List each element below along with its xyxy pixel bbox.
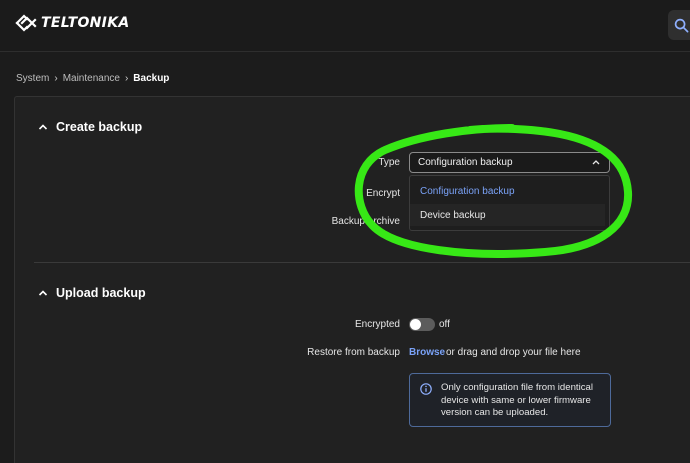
breadcrumb-current: Backup [133, 73, 170, 84]
chevron-up-icon [592, 160, 600, 165]
chevron-up-icon [38, 124, 48, 130]
breadcrumb-item-maintenance[interactable]: Maintenance [63, 73, 120, 84]
restore-from-backup-label: Restore from backup [307, 347, 400, 358]
upload-backup-header[interactable]: Upload backup [38, 286, 146, 300]
breadcrumb-item-system[interactable]: System [16, 73, 49, 84]
type-dropdown-menu: Configuration backup Device backup [409, 175, 610, 231]
info-icon [420, 383, 432, 395]
section-divider [34, 262, 690, 263]
chevron-up-icon [38, 290, 48, 296]
type-select[interactable]: Configuration backup [409, 152, 610, 173]
info-notice: Only configuration file from identical d… [409, 373, 611, 427]
toggle-knob [410, 319, 421, 330]
backup-archive-label: Backup archive [331, 216, 400, 227]
brand-logo[interactable]: TELTONIKA [14, 12, 129, 34]
search-button[interactable] [668, 10, 690, 40]
create-backup-title: Create backup [56, 120, 143, 134]
dropdown-option-configuration-backup[interactable]: Configuration backup [410, 180, 609, 202]
encrypt-label: Encrypt [366, 188, 400, 199]
encrypted-toggle[interactable] [409, 318, 435, 331]
breadcrumb: System › Maintenance › Backup [16, 73, 169, 84]
teltonika-logo-icon [15, 14, 37, 32]
encrypted-toggle-state: off [439, 319, 450, 330]
top-header: TELTONIKA [0, 0, 690, 52]
type-label: Type [378, 157, 400, 168]
info-notice-text: Only configuration file from identical d… [441, 382, 593, 418]
search-icon [674, 18, 689, 32]
dropdown-option-device-backup[interactable]: Device backup [410, 204, 605, 226]
brand-name: TELTONIKA [41, 15, 130, 31]
type-select-value: Configuration backup [418, 157, 513, 168]
chevron-right-icon: › [54, 73, 58, 84]
drag-drop-hint: or drag and drop your file here [446, 347, 581, 358]
encrypted-label: Encrypted [354, 319, 400, 330]
create-backup-header[interactable]: Create backup [38, 120, 142, 134]
chevron-right-icon: › [124, 73, 129, 84]
upload-backup-title: Upload backup [56, 286, 146, 300]
browse-link[interactable]: Browse [409, 347, 445, 358]
